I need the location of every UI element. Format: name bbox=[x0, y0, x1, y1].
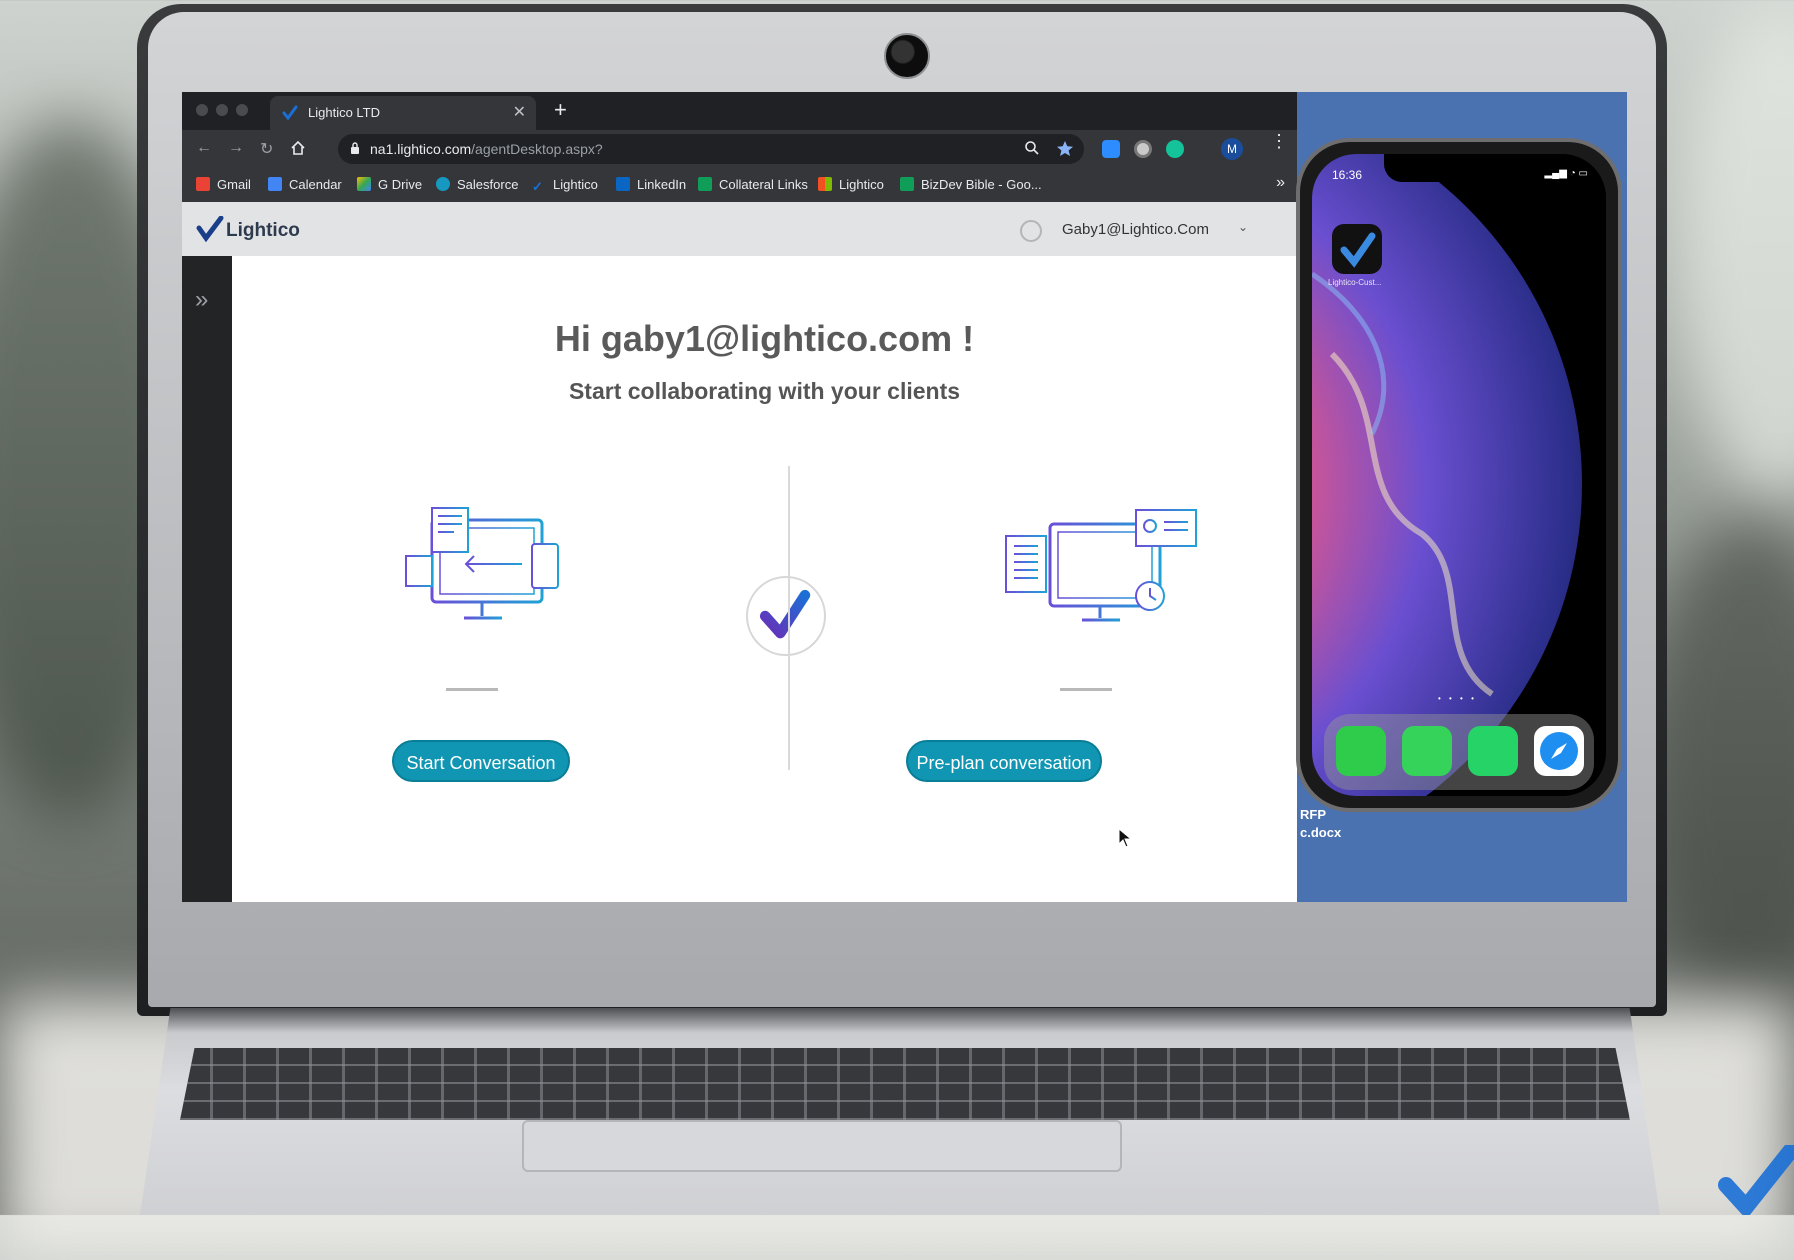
bookmark-gmail[interactable]: Gmail bbox=[196, 177, 251, 192]
safari-app-icon[interactable] bbox=[1534, 726, 1584, 776]
lightico-app-icon[interactable] bbox=[1332, 224, 1382, 274]
laptop-screen: Lightico LTD ✕ + ← → ↻ na1.lightico.com/… bbox=[182, 92, 1627, 902]
page-title: Hi gaby1@lightico.com ! bbox=[554, 318, 975, 359]
bookmarks-bar: Gmail Calendar G Drive Salesforce ✓ Light… bbox=[182, 168, 1297, 202]
sheets-icon bbox=[900, 177, 914, 191]
reload-icon[interactable]: ↻ bbox=[260, 139, 273, 159]
page-indicator: • • • • bbox=[1438, 694, 1477, 703]
phone-app-icon[interactable] bbox=[1336, 726, 1386, 776]
bookmarks-overflow-icon[interactable]: » bbox=[1276, 174, 1285, 192]
bookmark-linkedin[interactable]: LinkedIn bbox=[616, 177, 686, 192]
microsoft-icon bbox=[818, 177, 832, 191]
phone-time: 16:36 bbox=[1332, 168, 1363, 182]
bookmark-star-icon[interactable] bbox=[1056, 140, 1074, 158]
zoom-icon[interactable] bbox=[1024, 140, 1040, 156]
app-header: Lightico Gaby1@Lightico.Com ⌄ bbox=[182, 202, 1297, 256]
tab-lightico[interactable]: Lightico LTD ✕ bbox=[270, 96, 536, 130]
bookmark-calendar[interactable]: Calendar bbox=[268, 177, 342, 192]
lightico-check-icon bbox=[1340, 232, 1376, 268]
phone-status-icons: ▂▄▆ ◔ ▭ bbox=[1544, 168, 1588, 179]
window-minimize-button[interactable] bbox=[216, 104, 228, 116]
browser-toolbar: ← → ↻ na1.lightico.com/agentDesktop.aspx… bbox=[182, 130, 1297, 168]
bookmark-collateral-links[interactable]: Collateral Links bbox=[698, 177, 808, 192]
lightico-icon: ✓ bbox=[532, 179, 543, 194]
window-zoom-button[interactable] bbox=[236, 104, 248, 116]
help-icon[interactable] bbox=[1020, 220, 1042, 242]
new-tab-icon[interactable]: + bbox=[554, 97, 567, 123]
zoom-extension-icon[interactable] bbox=[1102, 140, 1120, 158]
preplan-conversation-button[interactable]: Pre-plan conversation bbox=[906, 740, 1102, 782]
drive-icon bbox=[357, 177, 371, 191]
lightico-favicon-icon bbox=[282, 105, 298, 121]
sidebar: » bbox=[182, 256, 232, 902]
bookmark-salesforce[interactable]: Salesforce bbox=[436, 177, 518, 192]
phone-mirror: 16:36 ▂▄▆ ◔ ▭ Lightico-Cust... • • • • bbox=[1296, 138, 1622, 812]
window-close-button[interactable] bbox=[196, 104, 208, 116]
page-subtitle: Start collaborating with your clients bbox=[568, 378, 961, 404]
more-menu-icon[interactable]: ⋮ bbox=[1270, 132, 1288, 150]
bookmark-lightico-2[interactable]: Lightico bbox=[818, 177, 884, 192]
mouse-cursor-icon bbox=[1118, 828, 1132, 848]
sheets-icon bbox=[698, 177, 712, 191]
compass-icon bbox=[1540, 732, 1578, 770]
phone-notch bbox=[1384, 154, 1534, 182]
start-conversation-button[interactable]: Start Conversation bbox=[392, 740, 570, 782]
close-tab-icon[interactable]: ✕ bbox=[513, 102, 526, 122]
user-menu[interactable]: Gaby1@Lightico.Com bbox=[1062, 221, 1209, 238]
linkedin-icon bbox=[616, 177, 630, 191]
bookmark-lightico[interactable]: ✓ Lightico bbox=[532, 177, 598, 194]
keyboard-rows bbox=[180, 1048, 1630, 1120]
app-label: Lightico-Cust... bbox=[1328, 278, 1382, 287]
lightico-logo-icon bbox=[196, 216, 224, 242]
vertical-divider bbox=[788, 466, 790, 770]
address-bar[interactable]: na1.lightico.com/agentDesktop.aspx? bbox=[338, 134, 1084, 164]
bookmark-gdrive[interactable]: G Drive bbox=[357, 177, 422, 192]
salesforce-icon bbox=[436, 177, 450, 191]
desktop-file-label[interactable]: RFP c.docx bbox=[1300, 806, 1341, 842]
expand-sidebar-icon[interactable]: » bbox=[195, 286, 208, 314]
profile-avatar[interactable]: M bbox=[1221, 138, 1243, 160]
record-extension-icon[interactable] bbox=[1134, 140, 1152, 158]
trackpad bbox=[522, 1120, 1122, 1172]
start-conversation-illustration bbox=[405, 507, 559, 620]
corner-brand-logo-icon bbox=[1718, 1145, 1794, 1215]
phone-dock bbox=[1324, 714, 1594, 790]
webcam-icon bbox=[884, 33, 930, 79]
bookmark-bizdev-bible[interactable]: BizDev Bible - Goo... bbox=[900, 177, 1042, 192]
preplan-conversation-illustration bbox=[1005, 509, 1197, 622]
whatsapp-app-icon[interactable] bbox=[1468, 726, 1518, 776]
forward-icon[interactable]: → bbox=[228, 139, 244, 157]
illustration-underline bbox=[1060, 688, 1112, 691]
phone-screen: 16:36 ▂▄▆ ◔ ▭ Lightico-Cust... • • • • bbox=[1312, 154, 1606, 796]
lightico-check-icon bbox=[746, 576, 826, 656]
tab-title: Lightico LTD bbox=[308, 105, 381, 120]
grammarly-extension-icon[interactable] bbox=[1166, 140, 1184, 158]
background-blur bbox=[1680, 0, 1794, 500]
main-content: Hi gaby1@lightico.com ! Start collaborat… bbox=[232, 256, 1297, 902]
lock-icon bbox=[351, 142, 359, 154]
back-icon[interactable]: ← bbox=[196, 139, 212, 157]
browser-window: Lightico LTD ✕ + ← → ↻ na1.lightico.com/… bbox=[182, 92, 1297, 902]
tab-strip: Lightico LTD ✕ + bbox=[182, 92, 1297, 130]
calendar-icon bbox=[268, 177, 282, 191]
chevron-down-icon[interactable]: ⌄ bbox=[1238, 220, 1248, 234]
url-text: na1.lightico.com/agentDesktop.aspx? bbox=[370, 141, 603, 157]
logo-text: Lightico bbox=[226, 220, 300, 241]
illustration-underline bbox=[446, 688, 498, 691]
gmail-icon bbox=[196, 177, 210, 191]
messages-app-icon[interactable] bbox=[1402, 726, 1452, 776]
home-icon[interactable] bbox=[290, 140, 306, 156]
